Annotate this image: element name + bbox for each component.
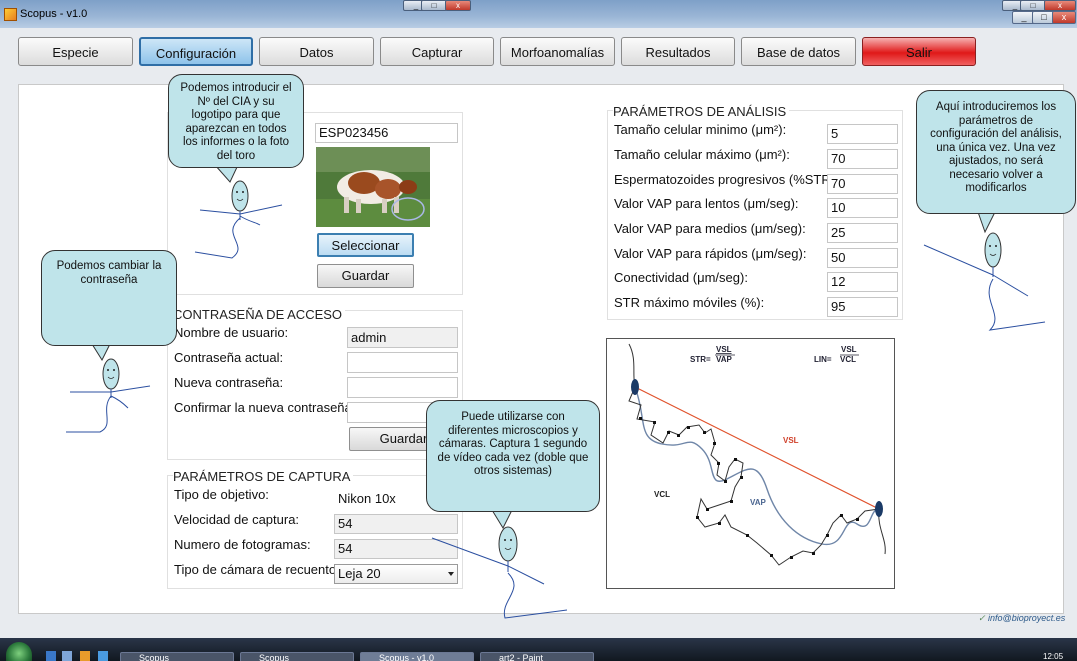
analysis-help-bubble: Aquí introduciremos los parámetros de co… — [916, 90, 1076, 214]
capture-help-bubble: Puede utilizarse con diferentes microsco… — [426, 400, 600, 512]
quick-launch-icon[interactable] — [98, 651, 108, 661]
system-tray — [945, 651, 1035, 661]
taskbar-item[interactable]: Scopus — [120, 652, 234, 661]
cia-help-bubble: Podemos introducir el Nº del CIA y su lo… — [168, 74, 304, 168]
taskbar-item[interactable]: Scopus - v1.0 — [360, 652, 474, 661]
quick-launch-icon[interactable] — [62, 651, 72, 661]
taskbar-item[interactable]: art2 - Paint — [480, 652, 594, 661]
start-button[interactable] — [6, 642, 32, 661]
password-help-bubble: Podemos cambiar la contraseña — [41, 250, 177, 346]
quick-launch-icon[interactable] — [46, 651, 56, 661]
taskbar-item[interactable]: Scopus — [240, 652, 354, 661]
clock: 12:05 — [1043, 652, 1064, 661]
quick-launch-icon[interactable] — [80, 651, 90, 661]
